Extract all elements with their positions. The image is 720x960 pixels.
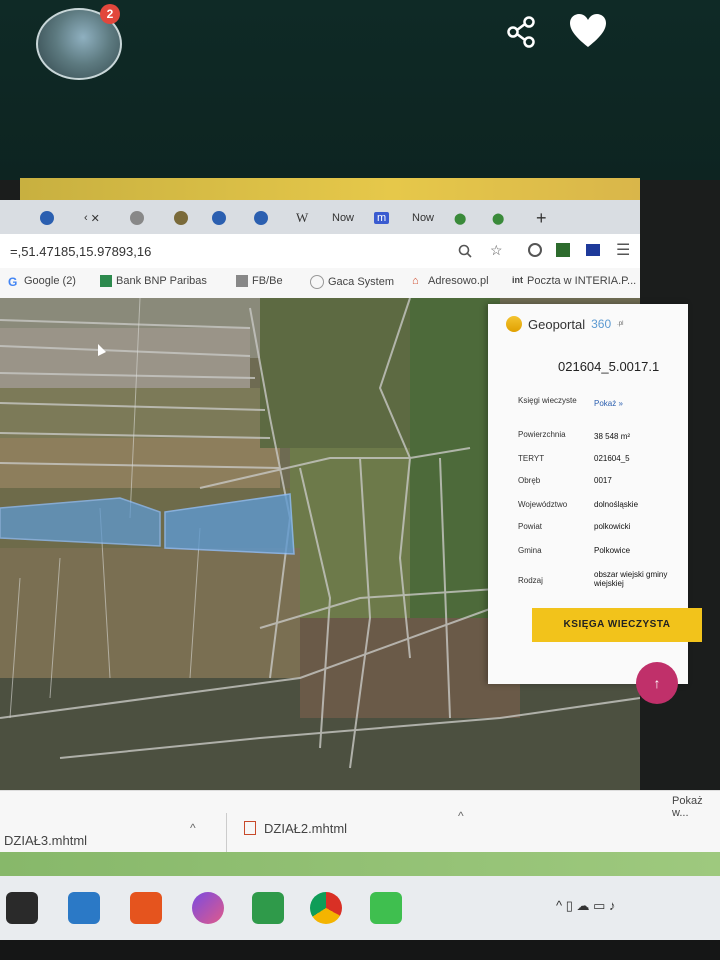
- messenger-icon[interactable]: [192, 892, 224, 924]
- video-progress-strip: [20, 178, 640, 200]
- google-icon: G: [8, 275, 18, 289]
- downloads-bar: DZIAŁ3.mhtml ^ DZIAŁ2.mhtml ^ Pokaż w...: [0, 790, 720, 853]
- chevron-up-icon[interactable]: ^: [458, 809, 464, 823]
- star-icon[interactable]: ☆: [490, 242, 503, 259]
- tray-icons[interactable]: ^ ▯ ☁ ▭ ♪: [556, 898, 615, 914]
- bookmark-google[interactable]: G Google (2): [8, 275, 76, 289]
- tab-now-1[interactable]: Now: [332, 206, 354, 230]
- map-pin-icon: ⬤: [454, 212, 467, 225]
- cloud-icon: [130, 211, 144, 225]
- row-value: obszar wiejski gminy wiejskiej: [594, 570, 668, 588]
- app-icon: [254, 211, 268, 225]
- row-label: Księgi wieczyste: [518, 396, 577, 405]
- new-tab-button[interactable]: +: [536, 206, 547, 230]
- share-icon[interactable]: [505, 15, 539, 49]
- check-extension-icon[interactable]: [556, 243, 570, 257]
- bookmark-bnp[interactable]: Bank BNP Paribas: [100, 275, 207, 287]
- geoportal-logo: Geoportal 360 .pl: [506, 316, 623, 332]
- wiki-icon: W: [296, 210, 309, 225]
- land-registry-button[interactable]: KSIĘGA WIECZYSTA: [532, 608, 702, 642]
- map-pin-icon: ⬤: [492, 212, 505, 225]
- row-value: Polkowice: [594, 546, 631, 555]
- house-icon: ⌂: [412, 275, 419, 287]
- tab-m[interactable]: m: [374, 206, 390, 230]
- show-all-downloads[interactable]: Pokaż w...: [672, 795, 720, 819]
- divider: [226, 813, 228, 853]
- mail-icon[interactable]: [68, 892, 100, 924]
- parcel-id: 021604_5.0017.1: [558, 359, 660, 374]
- phone-top-bar: 2: [0, 0, 720, 180]
- m-icon: m: [374, 212, 390, 224]
- row-value: 021604_5: [594, 454, 630, 463]
- back-icon: ‹: [84, 212, 88, 224]
- heart-icon[interactable]: [568, 12, 608, 50]
- close-tab-icon[interactable]: ✕: [91, 212, 100, 225]
- geoportal-logo-icon: [506, 316, 522, 332]
- store-icon[interactable]: [6, 892, 38, 924]
- fb-icon: [236, 275, 248, 287]
- bookmark-fb[interactable]: FB/Be: [236, 275, 283, 287]
- row-label: Rodzaj: [518, 576, 543, 585]
- bookmark-adresowo[interactable]: ⌂ Adresowo.pl: [412, 275, 489, 287]
- chevron-up-icon[interactable]: ^: [190, 821, 196, 835]
- address-bar[interactable]: =,51.47185,15.97893,16 ☆ ☰: [0, 234, 640, 268]
- chrome-icon[interactable]: [310, 892, 342, 924]
- line-icon[interactable]: [370, 892, 402, 924]
- extension-icon[interactable]: [528, 243, 542, 257]
- screen-bezel-strip: [0, 852, 720, 876]
- tab-wiki[interactable]: W: [296, 206, 308, 230]
- tab-map-1[interactable]: ⬤: [454, 206, 466, 230]
- browser-window: ‹ ✕ W Now m Now ⬤ ⬤ + =,51.47185,15.97893…: [0, 200, 702, 890]
- tab-5[interactable]: [212, 206, 226, 230]
- tab-1[interactable]: [40, 206, 54, 230]
- system-icon: [310, 275, 324, 289]
- row-label: Powiat: [518, 522, 543, 531]
- scroll-up-button[interactable]: ↑: [636, 662, 678, 704]
- app-icon: [40, 211, 54, 225]
- menu-icon[interactable]: ☰: [616, 240, 630, 260]
- tab-active[interactable]: ‹ ✕: [84, 206, 100, 230]
- row-value: polkowicki: [594, 522, 631, 531]
- row-label: Gmina: [518, 546, 542, 555]
- new-tab-icon: +: [536, 207, 547, 228]
- phone-bezel-bottom: [0, 940, 720, 960]
- tab-3[interactable]: [130, 206, 144, 230]
- search-icon[interactable]: [458, 244, 472, 258]
- bookmark-extension-icon[interactable]: [586, 244, 600, 256]
- bookmarks-bar: G Google (2) Bank BNP Paribas FB/Be Gaca …: [0, 268, 640, 299]
- tab-map-2[interactable]: ⬤: [492, 206, 504, 230]
- mail-icon: int: [512, 275, 523, 285]
- row-label: Obręb: [518, 476, 541, 485]
- app-icon: [174, 211, 188, 225]
- row-label: Powierzchnia: [518, 430, 566, 439]
- tab-6[interactable]: [254, 206, 268, 230]
- download-item[interactable]: DZIAŁ3.mhtml: [4, 833, 87, 848]
- url-text[interactable]: =,51.47185,15.97893,16: [10, 244, 151, 259]
- row-label: TERYT: [518, 454, 545, 463]
- bookmark-interia[interactable]: int Poczta w INTERIA.P...: [512, 275, 636, 287]
- bank-icon: [100, 275, 112, 287]
- whatsapp-icon[interactable]: [252, 892, 284, 924]
- windows-taskbar: ^ ▯ ☁ ▭ ♪: [0, 876, 720, 940]
- row-value: dolnośląskie: [594, 500, 639, 509]
- land-registry-link[interactable]: Pokaż »: [594, 399, 623, 408]
- office-icon[interactable]: [130, 892, 162, 924]
- row-label: Województwo: [518, 500, 568, 509]
- tab-now-2[interactable]: Now: [412, 206, 434, 230]
- tab-bar: ‹ ✕ W Now m Now ⬤ ⬤ +: [0, 200, 640, 234]
- tab-4[interactable]: [174, 206, 188, 230]
- row-value: 0017: [594, 476, 612, 485]
- notification-badge: 2: [100, 4, 120, 24]
- geoportal-panel: Geoportal 360 .pl 021604_5.0017.1 Księgi w…: [488, 304, 702, 684]
- bookmark-gaca[interactable]: Gaca System: [310, 275, 394, 289]
- file-icon: [244, 821, 256, 835]
- row-value: 38 548 m²: [594, 432, 631, 441]
- download-item[interactable]: DZIAŁ2.mhtml: [264, 821, 347, 836]
- app-icon: [212, 211, 226, 225]
